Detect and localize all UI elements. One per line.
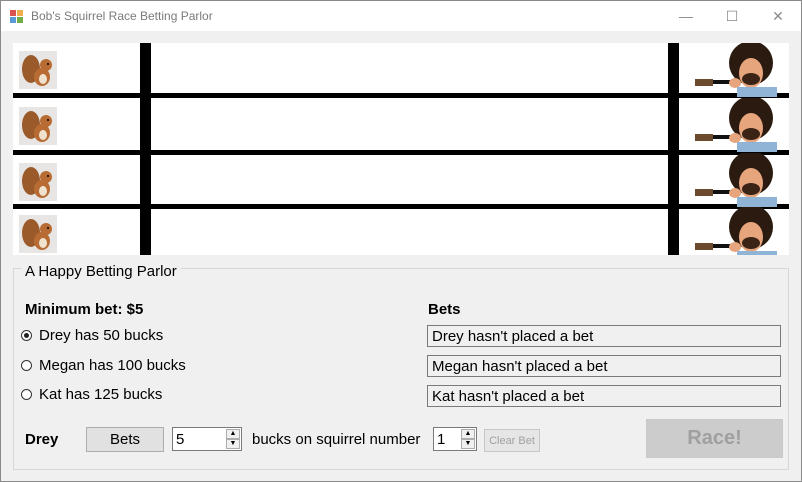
- bet-status-megan: Megan hasn't placed a bet: [427, 355, 781, 377]
- minimize-button[interactable]: —: [663, 1, 709, 31]
- main-window: Bob's Squirrel Race Betting Parlor — ☐ ✕: [0, 0, 802, 482]
- radio-button-icon[interactable]: [21, 330, 32, 341]
- group-title: A Happy Betting Parlor: [21, 263, 181, 280]
- bob-ross-icon: [695, 153, 777, 207]
- finish-line: [668, 43, 679, 255]
- radio-button-icon[interactable]: [21, 389, 32, 400]
- radio-label: Kat has 125 bucks: [39, 386, 163, 403]
- radio-kat[interactable]: Kat has 125 bucks: [21, 386, 162, 403]
- bob-ross-icon: [695, 43, 777, 97]
- radio-megan[interactable]: Megan has 100 bucks: [21, 357, 186, 374]
- clear-bet-button[interactable]: Clear Bet: [484, 429, 540, 452]
- squirrel-number-value: 1: [437, 431, 446, 448]
- spin-up-icon[interactable]: ▲: [226, 429, 240, 439]
- minimize-icon: —: [679, 8, 693, 24]
- spin-up-icon[interactable]: ▲: [461, 429, 475, 439]
- bettor-name-label: Drey: [25, 431, 59, 448]
- radio-drey[interactable]: Drey has 50 bucks: [21, 327, 163, 344]
- bob-ross-icon: [695, 98, 777, 152]
- squirrel-icon[interactable]: [19, 215, 57, 253]
- title-bar: Bob's Squirrel Race Betting Parlor — ☐ ✕: [1, 1, 801, 31]
- close-icon: ✕: [772, 7, 784, 24]
- bet-status-kat: Kat hasn't placed a bet: [427, 385, 781, 407]
- spin-down-icon[interactable]: ▼: [461, 439, 475, 449]
- race-track: [13, 43, 789, 255]
- bet-status-drey: Drey hasn't placed a bet: [427, 325, 781, 347]
- close-button[interactable]: ✕: [755, 1, 801, 31]
- bets-button[interactable]: Bets: [86, 427, 164, 452]
- radio-label: Drey has 50 bucks: [39, 327, 164, 344]
- bet-amount-value: 5: [176, 431, 185, 448]
- squirrel-icon[interactable]: [19, 107, 57, 145]
- maximize-icon: ☐: [725, 7, 739, 24]
- squirrel-number-stepper[interactable]: 1 ▲ ▼: [433, 427, 477, 451]
- maximize-button[interactable]: ☐: [709, 1, 755, 31]
- start-line: [140, 43, 151, 255]
- window-title: Bob's Squirrel Race Betting Parlor: [31, 9, 213, 23]
- app-icon: [10, 10, 23, 23]
- bets-label: Bets: [428, 301, 461, 318]
- bet-amount-stepper[interactable]: 5 ▲ ▼: [172, 427, 242, 451]
- bucks-on-squirrel-label: bucks on squirrel number: [252, 431, 421, 448]
- squirrel-icon[interactable]: [19, 163, 57, 201]
- race-button[interactable]: Race!: [646, 419, 783, 458]
- spin-control[interactable]: ▲ ▼: [461, 429, 475, 449]
- bob-ross-icon: [695, 207, 777, 255]
- radio-button-icon[interactable]: [21, 360, 32, 371]
- radio-label: Megan has 100 bucks: [39, 357, 186, 374]
- squirrel-icon[interactable]: [19, 51, 57, 89]
- spin-down-icon[interactable]: ▼: [226, 439, 240, 449]
- spin-control[interactable]: ▲ ▼: [226, 429, 240, 449]
- minimum-bet-label: Minimum bet: $5: [25, 301, 144, 318]
